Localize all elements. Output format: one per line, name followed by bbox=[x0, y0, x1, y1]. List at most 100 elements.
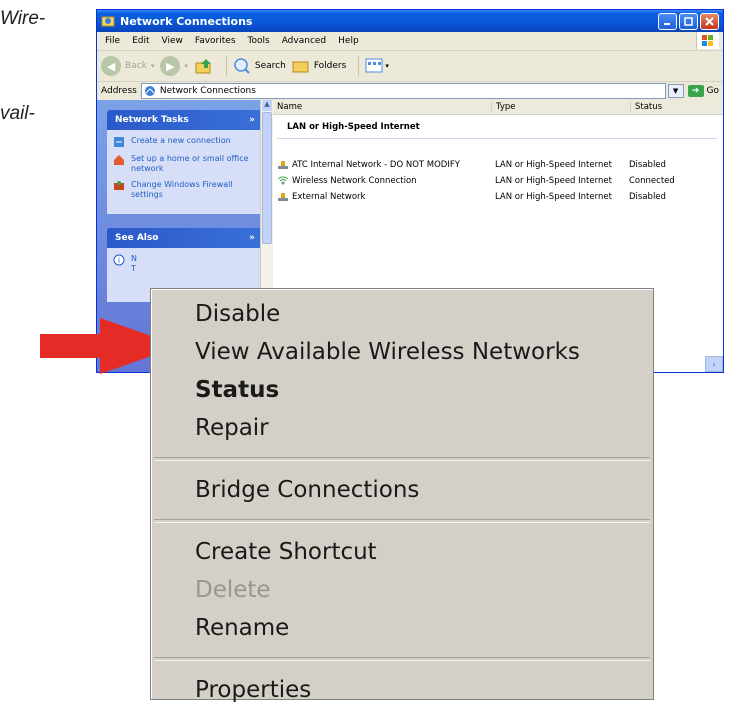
see-also-title: See Also bbox=[115, 233, 159, 243]
task-create-connection[interactable]: Create a new connection bbox=[113, 136, 257, 148]
task-label: Set up a home or small office network bbox=[131, 154, 249, 173]
connection-type: LAN or High-Speed Internet bbox=[495, 160, 612, 170]
maximize-button[interactable] bbox=[679, 12, 698, 30]
close-icon bbox=[705, 16, 714, 26]
address-input[interactable]: Network Connections bbox=[140, 83, 666, 99]
group-header: LAN or High-Speed Internet bbox=[287, 122, 420, 132]
up-folder-button[interactable] bbox=[194, 56, 214, 76]
views-button[interactable]: ▾ bbox=[365, 58, 389, 74]
chevron-down-icon: ▼ bbox=[672, 87, 679, 95]
title-bar[interactable]: Network Connections bbox=[97, 10, 723, 32]
forward-button[interactable]: ▶ ▾ bbox=[160, 56, 188, 76]
see-also-header[interactable]: See Also » bbox=[107, 228, 263, 248]
scroll-up-icon[interactable]: ▲ bbox=[262, 100, 272, 111]
svg-text:i: i bbox=[118, 256, 120, 265]
connection-name: External Network bbox=[292, 192, 366, 202]
new-connection-icon bbox=[114, 137, 124, 147]
forward-arrow-icon: ▶ bbox=[160, 56, 181, 76]
menu-file[interactable]: File bbox=[99, 36, 126, 46]
network-folder-icon bbox=[101, 16, 115, 27]
lan-icon bbox=[278, 161, 288, 169]
toolbar-separator bbox=[358, 56, 360, 76]
task-home-network[interactable]: Set up a home or small office network bbox=[113, 154, 257, 174]
network-tasks-header[interactable]: Network Tasks » bbox=[107, 110, 263, 130]
up-folder-icon bbox=[195, 59, 211, 74]
home-network-icon bbox=[114, 155, 124, 165]
menu-separator bbox=[154, 457, 650, 461]
go-label: Go bbox=[706, 86, 719, 96]
connection-status: Disabled bbox=[629, 160, 666, 170]
task-firewall[interactable]: Change Windows Firewall settings bbox=[113, 180, 257, 200]
menu-tools[interactable]: Tools bbox=[242, 36, 276, 46]
maximize-icon bbox=[684, 16, 693, 26]
menu-item-bridge-connections[interactable]: Bridge Connections bbox=[151, 471, 653, 509]
menu-bar: File Edit View Favorites Tools Advanced … bbox=[97, 32, 723, 51]
column-status[interactable]: Status bbox=[631, 102, 662, 112]
menu-separator bbox=[154, 657, 650, 661]
go-arrow-icon: ➔ bbox=[687, 85, 704, 97]
search-icon bbox=[234, 58, 250, 74]
address-value: Network Connections bbox=[159, 86, 256, 96]
folders-button[interactable]: Folders bbox=[292, 57, 347, 75]
menu-view[interactable]: View bbox=[156, 36, 189, 46]
menu-item-view-wireless-networks[interactable]: View Available Wireless Networks bbox=[151, 333, 653, 371]
chevron-down-icon: ▾ bbox=[184, 62, 188, 70]
scrollbar-thumb[interactable] bbox=[262, 112, 272, 244]
menu-help[interactable]: Help bbox=[332, 36, 365, 46]
windows-logo-icon bbox=[696, 32, 719, 49]
see-also-text: NT bbox=[131, 254, 137, 273]
menu-favorites[interactable]: Favorites bbox=[189, 36, 242, 46]
menu-item-delete: Delete bbox=[195, 577, 271, 603]
list-header: Name Type Status bbox=[273, 100, 723, 115]
see-also-item[interactable]: i NT bbox=[113, 254, 257, 274]
collapse-icon[interactable]: » bbox=[249, 115, 255, 125]
minimize-icon bbox=[664, 22, 670, 25]
context-menu: Disable View Available Wireless Networks… bbox=[150, 288, 654, 703]
toolbar: ◀ Back ▾ ▶ ▾ Search Folders ▾ bbox=[97, 51, 723, 82]
minimize-button[interactable] bbox=[658, 12, 677, 30]
menu-item-status[interactable]: Status bbox=[151, 371, 653, 409]
folders-label: Folders bbox=[313, 61, 347, 71]
address-label: Address bbox=[101, 86, 137, 96]
menu-item-repair[interactable]: Repair bbox=[151, 409, 653, 447]
lan-icon bbox=[278, 193, 288, 201]
back-button[interactable]: ◀ Back ▾ bbox=[101, 56, 154, 76]
connection-status: Connected bbox=[629, 176, 675, 186]
back-arrow-icon: ◀ bbox=[101, 56, 121, 76]
address-dropdown[interactable]: ▼ bbox=[667, 84, 684, 98]
list-item[interactable]: External Network LAN or High-Speed Inter… bbox=[273, 189, 723, 205]
window-title: Network Connections bbox=[120, 14, 253, 28]
network-tasks-panel: Create a new connection Set up a home or… bbox=[107, 130, 263, 214]
connection-status: Disabled bbox=[629, 192, 666, 202]
toolbar-separator bbox=[225, 56, 227, 76]
folders-icon bbox=[292, 61, 309, 73]
menu-edit[interactable]: Edit bbox=[126, 36, 155, 46]
address-bar: Address Network Connections ▼ ➔ Go bbox=[97, 82, 723, 101]
close-button[interactable] bbox=[700, 12, 719, 30]
menu-advanced[interactable]: Advanced bbox=[276, 36, 332, 46]
page-text-fragment: vail- bbox=[0, 103, 35, 124]
connection-type: LAN or High-Speed Internet bbox=[495, 192, 612, 202]
firewall-icon bbox=[114, 181, 124, 190]
list-item[interactable]: ATC Internal Network - DO NOT MODIFY LAN… bbox=[273, 157, 723, 173]
menu-item-properties[interactable]: Properties bbox=[151, 671, 653, 709]
task-label: Change Windows Firewall settings bbox=[131, 180, 233, 199]
column-name[interactable]: Name bbox=[273, 102, 492, 112]
chevron-down-icon: ▾ bbox=[385, 62, 389, 70]
connection-type: LAN or High-Speed Internet bbox=[495, 176, 612, 186]
menu-item-create-shortcut[interactable]: Create Shortcut bbox=[151, 533, 653, 571]
menu-separator bbox=[154, 519, 650, 523]
go-button[interactable]: ➔ Go bbox=[687, 85, 719, 97]
column-type[interactable]: Type bbox=[492, 102, 631, 112]
list-item[interactable]: Wireless Network Connection LAN or High-… bbox=[273, 173, 723, 189]
page-text-fragment: Wire- bbox=[0, 8, 46, 29]
info-icon: i bbox=[113, 254, 125, 266]
menu-item-rename[interactable]: Rename bbox=[151, 609, 653, 647]
network-icon bbox=[144, 86, 155, 96]
network-tasks-title: Network Tasks bbox=[115, 115, 189, 125]
scroll-right-icon[interactable]: › bbox=[705, 356, 723, 372]
chevron-down-icon: ▾ bbox=[150, 62, 155, 70]
menu-item-disable[interactable]: Disable bbox=[151, 295, 653, 333]
search-button[interactable]: Search bbox=[233, 57, 286, 75]
collapse-icon[interactable]: » bbox=[249, 233, 255, 243]
